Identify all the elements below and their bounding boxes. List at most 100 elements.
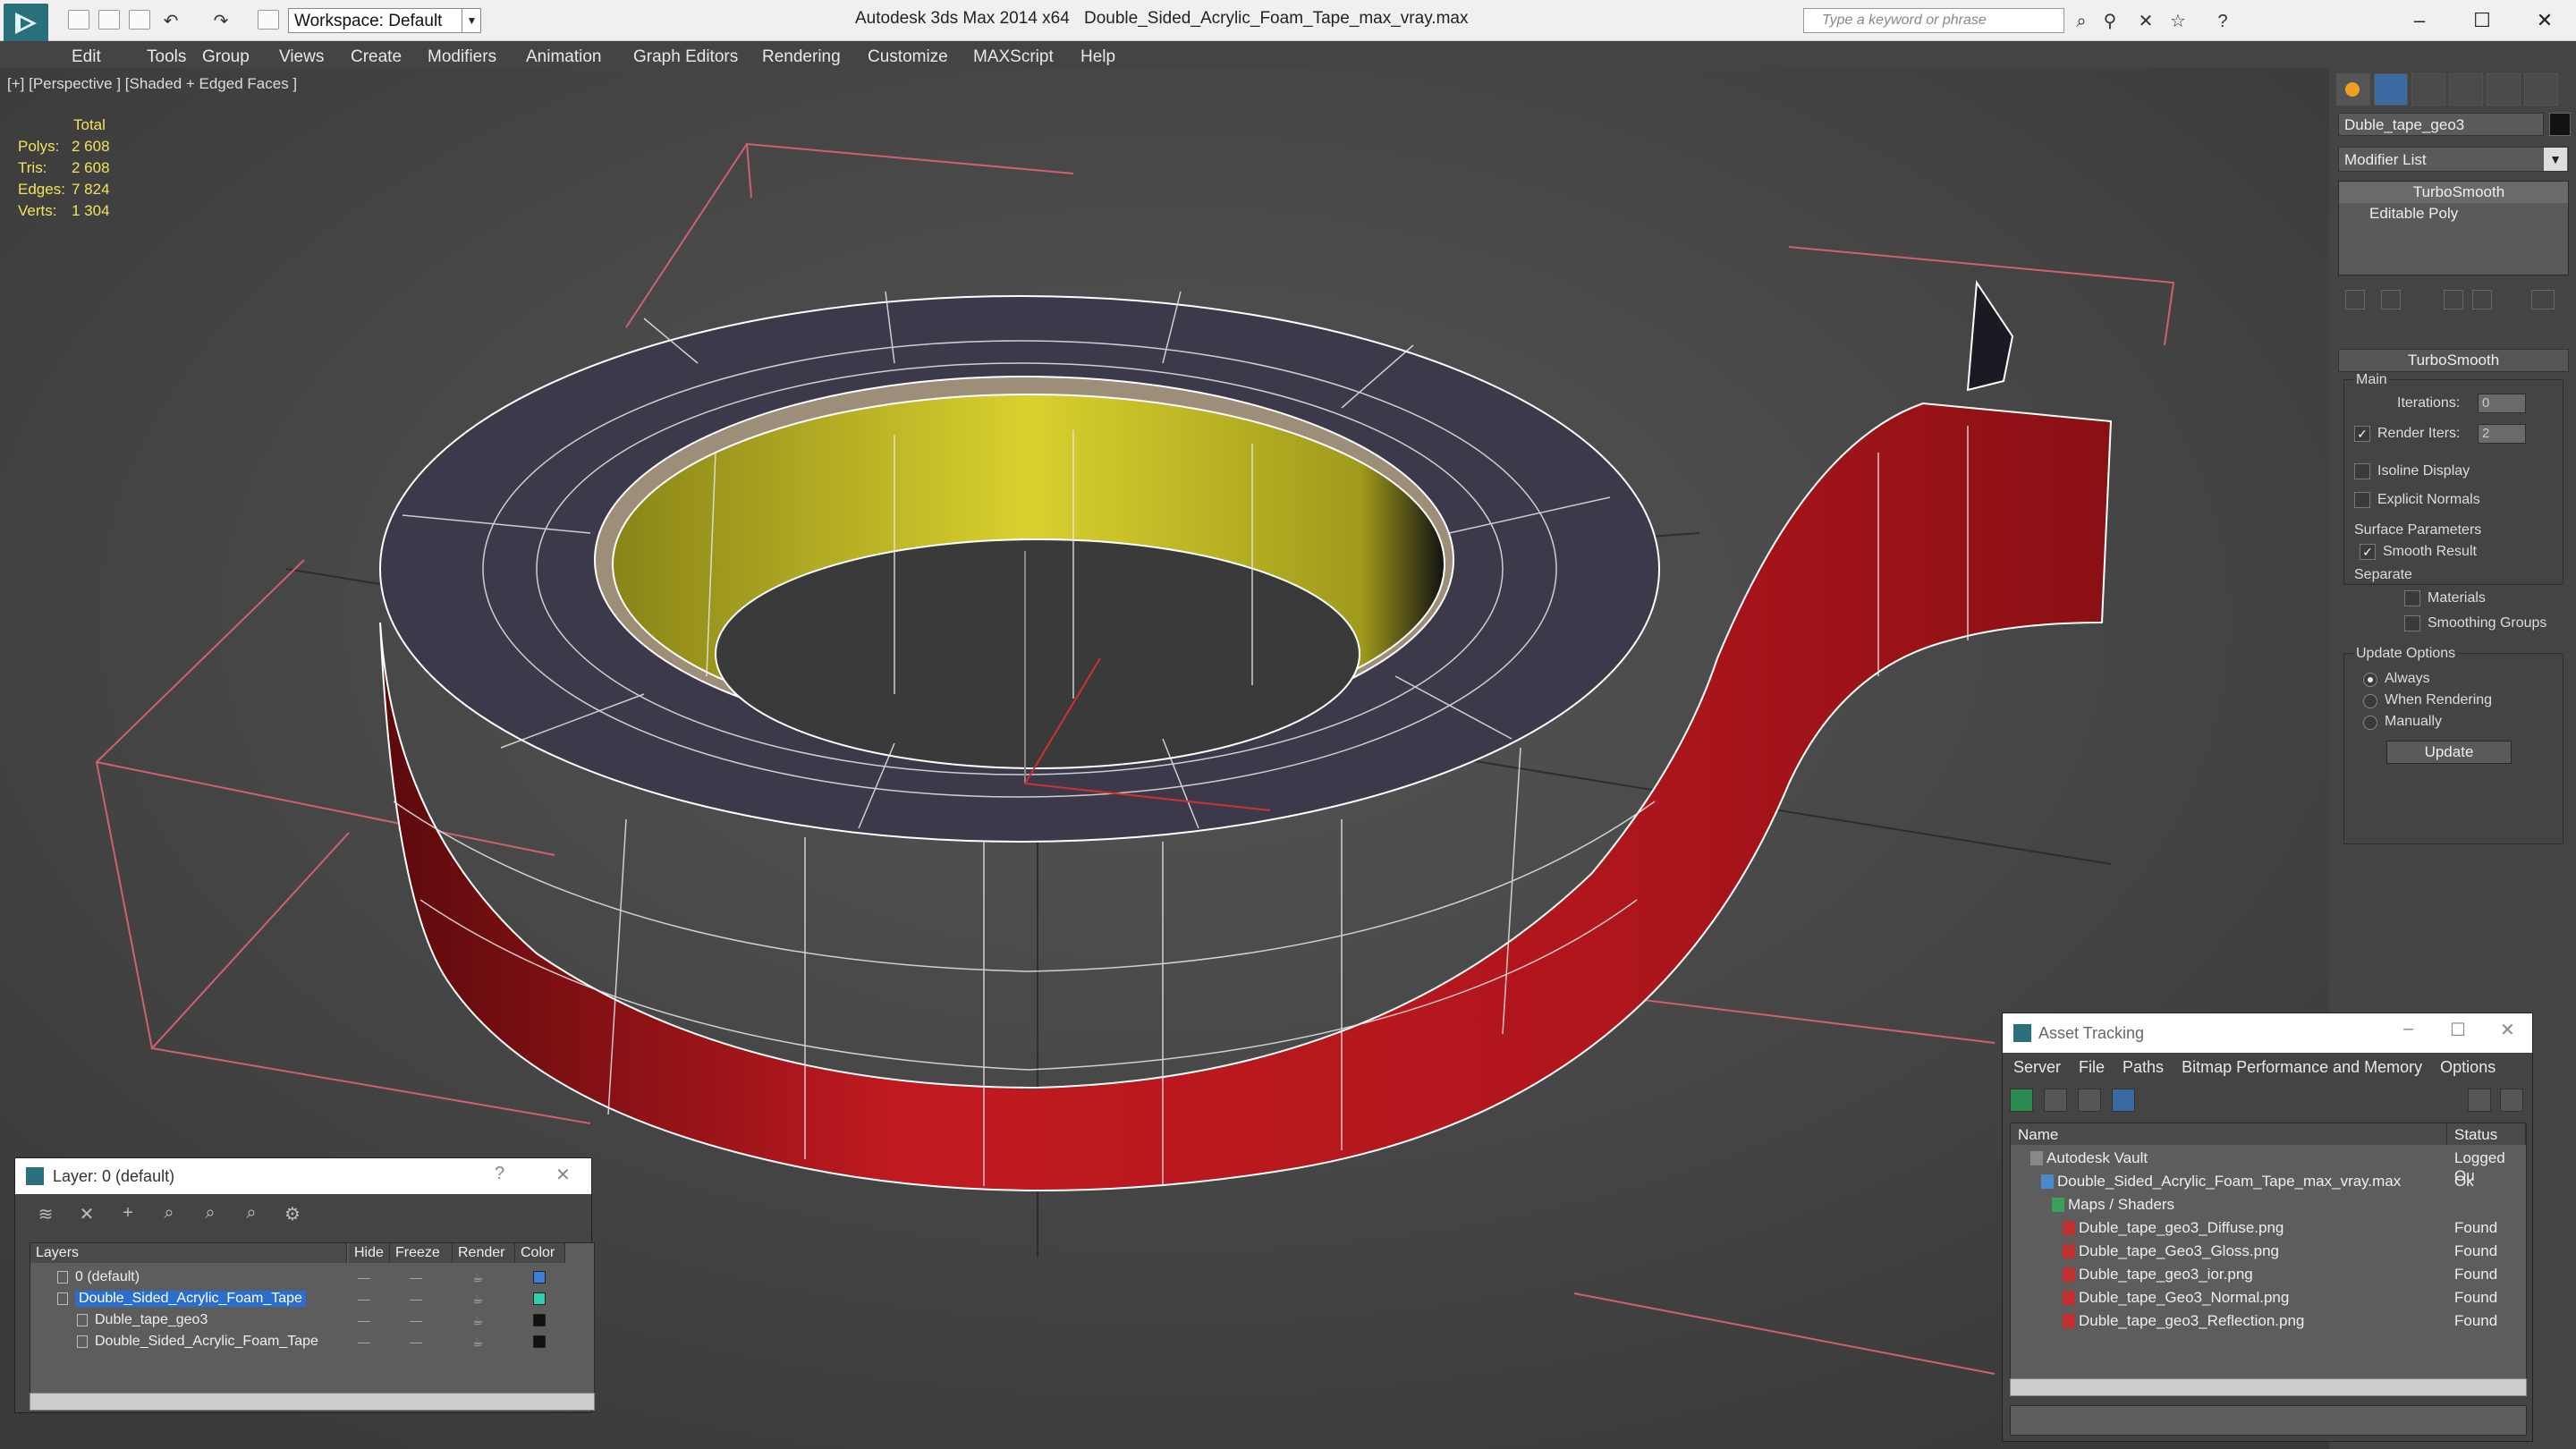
remove-modifier-icon[interactable] bbox=[2472, 290, 2492, 309]
object-name-field[interactable]: Duble_tape_geo3 bbox=[2338, 113, 2544, 136]
viewport-label[interactable]: [+] [Perspective ] [Shaded + Edged Faces… bbox=[7, 75, 297, 93]
menu-graph-editors[interactable]: Graph Editors bbox=[633, 45, 738, 70]
smooth-result-checkbox[interactable]: ✓ bbox=[2360, 544, 2376, 560]
materials-checkbox[interactable] bbox=[2404, 590, 2420, 606]
binoculars-icon[interactable]: ⌕ bbox=[2072, 12, 2091, 31]
asset-menu-file[interactable]: File bbox=[2079, 1058, 2105, 1081]
layer-row[interactable]: Double_Sided_Acrylic_Foam_Tape — — ☕ bbox=[30, 1331, 594, 1352]
asset-row[interactable]: Duble_tape_geo3_Reflection.png Found bbox=[2011, 1309, 2526, 1333]
layer-color-swatch[interactable] bbox=[533, 1335, 546, 1348]
close-window-button[interactable]: ✕ bbox=[2522, 5, 2567, 36]
render-toggle[interactable]: ☕ bbox=[472, 1270, 484, 1285]
asset-row[interactable]: Double_Sided_Acrylic_Foam_Tape_max_vray.… bbox=[2011, 1170, 2526, 1193]
table-view-icon[interactable] bbox=[2112, 1089, 2135, 1112]
search-input[interactable]: Type a keyword or phrase bbox=[1803, 8, 2064, 33]
col-color[interactable]: Color bbox=[515, 1243, 565, 1263]
minimize-button[interactable]: – bbox=[2403, 1019, 2413, 1039]
menu-edit[interactable]: Edit bbox=[72, 45, 101, 70]
freeze-toggle[interactable]: — bbox=[410, 1270, 422, 1284]
hierarchy-tab-icon[interactable] bbox=[2411, 73, 2445, 106]
new-file-icon[interactable] bbox=[68, 10, 89, 30]
menu-customize[interactable]: Customize bbox=[868, 45, 948, 70]
asset-row[interactable]: Maps / Shaders bbox=[2011, 1193, 2526, 1216]
layer-name[interactable]: Duble_tape_geo3 bbox=[95, 1312, 208, 1328]
render-iters-checkbox[interactable]: ✓ bbox=[2354, 426, 2370, 442]
open-file-icon[interactable] bbox=[98, 10, 120, 30]
asset-menu-bitmap-performance-and-memory[interactable]: Bitmap Performance and Memory bbox=[2182, 1058, 2422, 1081]
project-folder-icon[interactable] bbox=[258, 10, 279, 30]
motion-tab-icon[interactable] bbox=[2449, 73, 2483, 106]
select-objects-icon[interactable]: ⌕ bbox=[157, 1203, 182, 1224]
menu-help[interactable]: Help bbox=[1080, 45, 1115, 70]
freeze-all-icon[interactable]: ⚙ bbox=[280, 1203, 305, 1224]
layer-dialog-titlebar[interactable]: Layer: 0 (default) ? ✕ bbox=[15, 1158, 591, 1194]
subscription-icon[interactable]: ⚲ bbox=[2100, 12, 2120, 31]
hide-toggle[interactable]: — bbox=[358, 1292, 370, 1306]
asset-path-field[interactable] bbox=[2010, 1405, 2527, 1436]
when-rendering-radio[interactable] bbox=[2363, 694, 2377, 708]
col-render[interactable]: Render bbox=[453, 1243, 515, 1263]
menu-tools[interactable]: Tools bbox=[147, 45, 186, 70]
turbosmooth-rollout-header[interactable]: TurboSmooth bbox=[2338, 349, 2569, 372]
col-hide[interactable]: Hide bbox=[349, 1243, 390, 1263]
list-view-icon[interactable] bbox=[2044, 1089, 2067, 1112]
refresh-icon[interactable] bbox=[2010, 1089, 2033, 1112]
utilities-tab-icon[interactable] bbox=[2524, 73, 2558, 106]
smoothing-groups-checkbox[interactable] bbox=[2404, 615, 2420, 631]
layer-row[interactable]: Duble_tape_geo3 — — ☕ bbox=[30, 1309, 594, 1331]
asset-menu-paths[interactable]: Paths bbox=[2123, 1058, 2164, 1081]
layer-color-swatch[interactable] bbox=[533, 1292, 546, 1305]
col-status[interactable]: Status bbox=[2447, 1123, 2526, 1145]
menu-modifiers[interactable]: Modifiers bbox=[428, 45, 496, 70]
show-end-result-icon[interactable] bbox=[2381, 290, 2401, 309]
menu-group[interactable]: Group bbox=[202, 45, 250, 70]
chevron-down-icon[interactable]: ▼ bbox=[462, 8, 481, 33]
save-file-icon[interactable] bbox=[129, 10, 150, 30]
layer-color-swatch[interactable] bbox=[533, 1314, 546, 1326]
help-icon[interactable] bbox=[2468, 1089, 2491, 1112]
layer-color-swatch[interactable] bbox=[533, 1271, 546, 1284]
asset-menu-server[interactable]: Server bbox=[2013, 1058, 2061, 1081]
redo-icon[interactable]: ↷ bbox=[211, 12, 231, 31]
modify-tab-icon[interactable] bbox=[2374, 73, 2408, 106]
menu-animation[interactable]: Animation bbox=[526, 45, 602, 70]
add-layer-icon[interactable]: + bbox=[115, 1203, 140, 1224]
manually-radio[interactable] bbox=[2363, 716, 2377, 730]
freeze-toggle[interactable]: — bbox=[410, 1313, 422, 1327]
menu-views[interactable]: Views bbox=[279, 45, 324, 70]
chevron-down-icon[interactable]: ▼ bbox=[2544, 148, 2567, 171]
tree-view-icon[interactable] bbox=[2078, 1089, 2101, 1112]
col-name[interactable]: Name bbox=[2011, 1123, 2447, 1145]
iterations-spinner[interactable]: 0 bbox=[2478, 394, 2526, 413]
display-tab-icon[interactable] bbox=[2487, 73, 2521, 106]
col-layers[interactable]: Layers bbox=[30, 1243, 347, 1263]
help-button[interactable]: ? bbox=[495, 1164, 504, 1184]
layer-name[interactable]: Double_Sided_Acrylic_Foam_Tape bbox=[95, 1334, 318, 1350]
layer-name[interactable]: 0 (default) bbox=[75, 1269, 140, 1285]
isoline-display-checkbox[interactable] bbox=[2354, 463, 2370, 479]
freeze-toggle[interactable]: — bbox=[410, 1335, 422, 1349]
undo-icon[interactable]: ↶ bbox=[161, 12, 181, 31]
render-toggle[interactable]: ☕ bbox=[472, 1313, 484, 1328]
highlight-layer-icon[interactable]: ⌕ bbox=[198, 1203, 223, 1224]
settings-icon[interactable] bbox=[2500, 1089, 2523, 1112]
asset-menu-options[interactable]: Options bbox=[2440, 1058, 2496, 1081]
asset-row[interactable]: Duble_tape_Geo3_Gloss.png Found bbox=[2011, 1240, 2526, 1263]
asset-row[interactable]: Duble_tape_Geo3_Normal.png Found bbox=[2011, 1286, 2526, 1309]
create-tab-icon[interactable] bbox=[2336, 73, 2370, 106]
menu-maxscript[interactable]: MAXScript bbox=[973, 45, 1054, 70]
modifier-list-dropdown[interactable]: Modifier List bbox=[2338, 147, 2569, 172]
stack-item-editable-poly[interactable]: Editable Poly bbox=[2339, 203, 2568, 225]
layer-row[interactable]: Double_Sided_Acrylic_Foam_Tape — — ☕ bbox=[30, 1288, 594, 1309]
menu-rendering[interactable]: Rendering bbox=[762, 45, 841, 70]
menu-create[interactable]: Create bbox=[351, 45, 402, 70]
layer-horizontal-scrollbar[interactable] bbox=[30, 1393, 595, 1411]
help-icon[interactable]: ? bbox=[2213, 12, 2233, 31]
stack-item-turbosmooth[interactable]: TurboSmooth bbox=[2339, 182, 2568, 203]
update-button[interactable]: Update bbox=[2386, 741, 2512, 764]
make-unique-icon[interactable] bbox=[2444, 290, 2463, 309]
hide-all-icon[interactable]: ⌕ bbox=[239, 1203, 264, 1224]
col-freeze[interactable]: Freeze bbox=[390, 1243, 453, 1263]
always-radio[interactable] bbox=[2363, 673, 2377, 687]
favorites-star-icon[interactable]: ☆ bbox=[2168, 12, 2188, 31]
